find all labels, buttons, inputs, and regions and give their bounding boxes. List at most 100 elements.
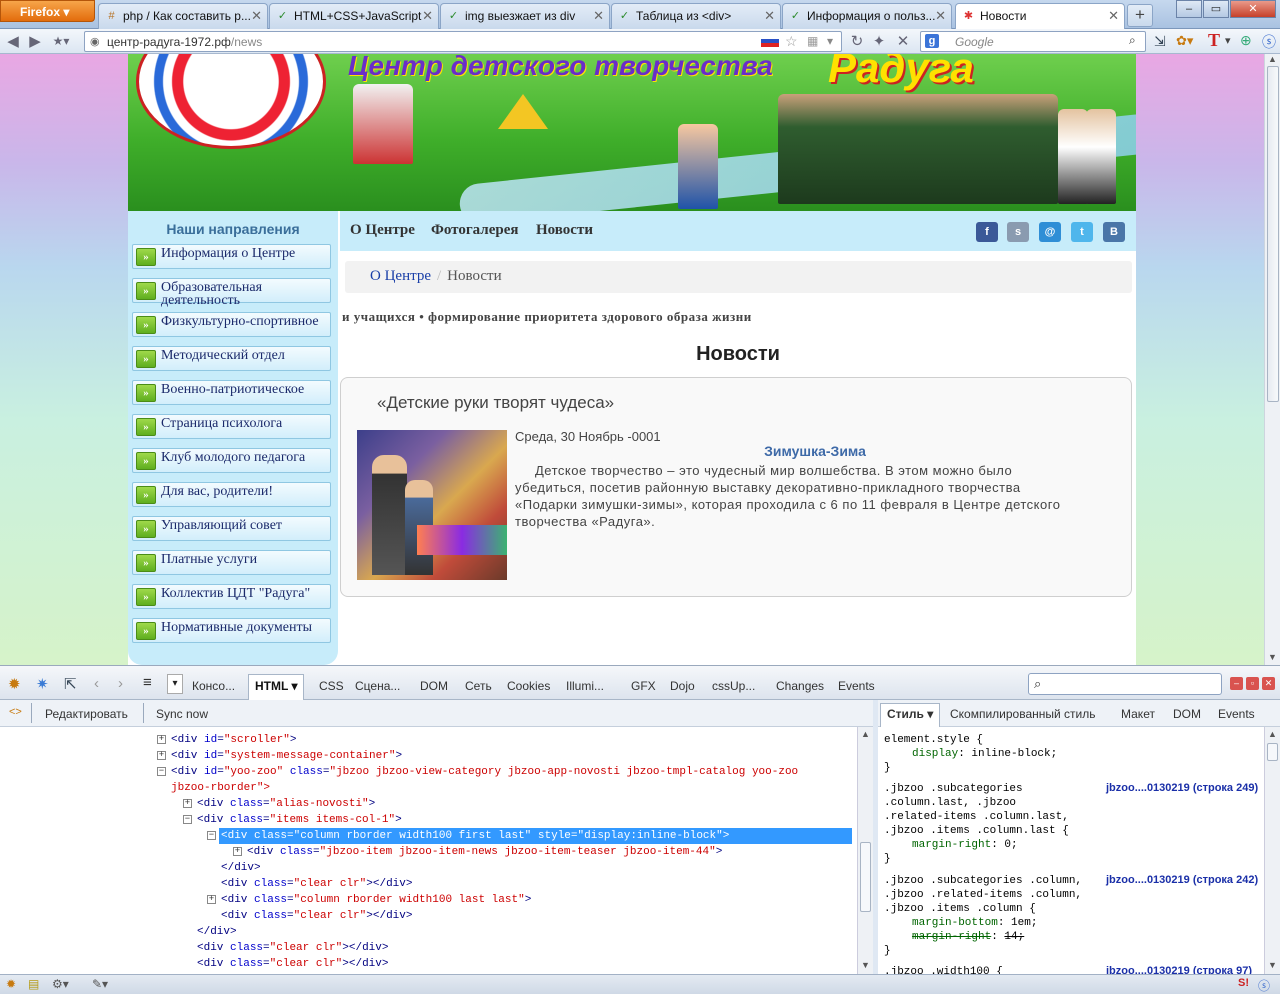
forward-icon[interactable]: › [118, 675, 123, 692]
tab-php[interactable]: # php / Как составить р... ✕ [98, 3, 268, 29]
detach-panel-icon[interactable]: ▫ [1246, 677, 1259, 690]
edit-mode-icon[interactable]: <> [9, 706, 22, 718]
new-tab-button[interactable]: + [1127, 4, 1153, 27]
nav-link-news[interactable]: Новости [536, 222, 593, 239]
skype-icon[interactable]: ⓢ [1258, 977, 1270, 994]
html-tree-node[interactable]: <div id="yoo-zoo" class="jbzoo jbzoo-vie… [171, 764, 798, 780]
dropdown-icon[interactable]: ▾ [827, 34, 833, 48]
close-icon[interactable]: ✕ [935, 8, 946, 24]
minimize-button[interactable]: – [1176, 0, 1202, 18]
firebug-icon[interactable]: ✹ [8, 675, 21, 693]
tab-events[interactable]: Events [1218, 707, 1255, 721]
expand-icon[interactable]: + [157, 735, 166, 744]
css-rule-line[interactable]: display: inline-block; [912, 747, 1057, 761]
expand-icon[interactable]: + [183, 799, 192, 808]
star-icon[interactable]: ☆ [785, 33, 798, 50]
url-bar[interactable]: ◉ центр-радуга-1972.рф/news ☆ ▦ ▾ [84, 31, 842, 52]
tab-illuminations[interactable]: Illumi... [566, 679, 604, 693]
tab-events[interactable]: Events [838, 679, 875, 693]
css-rule-line[interactable]: margin-right: 14; [912, 930, 1024, 944]
sidebar-item-paid-services[interactable]: » Платные услуги [132, 550, 331, 575]
tab-user-info[interactable]: ✓ Информация о польз... ✕ [782, 3, 952, 29]
tab-dojo[interactable]: Dojo [670, 679, 695, 693]
tab-table-div[interactable]: ✓ Таблица из <div> ✕ [611, 3, 781, 29]
firebug-search-input[interactable]: ⌕ [1028, 673, 1222, 695]
html-panel-scrollbar[interactable]: ▲ ▼ [857, 727, 873, 974]
scrollbar-thumb[interactable] [860, 842, 871, 912]
html-tree-node[interactable]: <div class="items items-col-1"> [197, 812, 402, 828]
skype-icon[interactable]: ⓢ [1262, 32, 1276, 52]
twitter-icon[interactable]: t [1071, 222, 1093, 242]
back-icon[interactable]: ‹ [94, 675, 99, 692]
addon-icon[interactable]: ✦ [870, 32, 888, 50]
css-panel-scrollbar[interactable]: ▲ ▼ [1264, 727, 1280, 974]
tab-dom[interactable]: DOM [420, 679, 448, 693]
scroll-up-icon[interactable]: ▲ [1268, 54, 1277, 64]
tab-dom[interactable]: DOM [1173, 707, 1201, 721]
nav-link-about[interactable]: О Центре [350, 222, 415, 239]
close-icon[interactable]: ✕ [1108, 8, 1119, 24]
tab-style[interactable]: Стиль ▾ [880, 703, 941, 727]
close-icon[interactable]: ✕ [593, 8, 604, 24]
tab-gfx[interactable]: GFX [631, 679, 656, 693]
gear-icon[interactable]: ⚙▾ [52, 977, 69, 991]
maximize-button[interactable]: ▭ [1203, 0, 1229, 18]
css-rule-line[interactable]: margin-right: 0; [912, 838, 1018, 852]
expand-icon[interactable]: + [157, 751, 166, 760]
tab-cssupdater[interactable]: cssUp... [712, 679, 755, 693]
scroll-up-icon[interactable]: ▲ [1268, 729, 1277, 739]
collapse-icon[interactable]: − [207, 831, 216, 840]
tab-console[interactable]: Консо... [192, 679, 235, 693]
extension-icon[interactable]: ⊕ [1240, 32, 1252, 49]
edit-button[interactable]: Редактировать [45, 707, 128, 721]
html-tree-node-selected[interactable]: <div class="column rborder width100 firs… [219, 828, 852, 844]
expand-icon[interactable]: + [233, 847, 242, 856]
dropdown-icon[interactable]: ▾ [167, 674, 183, 694]
extension-icon[interactable]: S! [1238, 977, 1249, 989]
sidebar-item-methodology[interactable]: » Методический отдел [132, 346, 331, 371]
inspect-icon[interactable]: ⇱ [64, 675, 77, 693]
dropdown-icon[interactable]: ▾ [1225, 34, 1231, 47]
sidebar-item-staff[interactable]: » Коллектив ЦДТ "Радуга" [132, 584, 331, 609]
html-tree-panel[interactable]: + <div id="scroller"> + <div id="system-mes… [0, 727, 857, 974]
sidebar-item-parents[interactable]: » Для вас, родители! [132, 482, 331, 507]
tab-layout[interactable]: Макет [1121, 707, 1155, 721]
collapse-icon[interactable]: − [157, 767, 166, 776]
css-source-link[interactable]: jbzoo....0130219 (строка 249) [1106, 781, 1258, 795]
scroll-down-icon[interactable]: ▼ [1268, 960, 1277, 970]
tab-cookies[interactable]: Cookies [507, 679, 550, 693]
scrollbar-thumb[interactable] [1267, 66, 1279, 402]
tab-html[interactable]: HTML ▾ [248, 674, 305, 701]
sidebar-item-military[interactable]: » Военно-патриотическое [132, 380, 331, 405]
news-item-photo[interactable] [357, 430, 507, 580]
text-tool-icon[interactable]: T [1208, 30, 1220, 51]
sidebar-item-info[interactable]: » Информация о Центре [132, 244, 331, 269]
sidebar-item-teacher-club[interactable]: » Клуб молодого педагога [132, 448, 331, 473]
firefox-menu-button[interactable]: Firefox ▾ [0, 0, 95, 22]
search-field[interactable]: g Google ⌕ [920, 31, 1146, 52]
html-tree-node[interactable]: <div class="clear clr"></div> [197, 956, 388, 972]
css-source-link[interactable]: jbzoo....0130219 (строка 242) [1106, 873, 1258, 887]
css-rule-line[interactable]: margin-bottom: 1em; [912, 916, 1037, 930]
forward-icon[interactable]: ▶ [26, 32, 44, 50]
site-logo[interactable] [136, 54, 326, 149]
skype-icon[interactable]: s [1007, 222, 1029, 242]
breadcrumb-link-about[interactable]: О Центре [370, 268, 431, 284]
reload-icon[interactable]: ↻ [848, 32, 866, 50]
firebug-toolbar-icon[interactable]: ⇲ [1154, 33, 1166, 50]
bookmark-star-icon[interactable]: ★▾ [52, 34, 70, 48]
close-window-button[interactable]: ✕ [1230, 0, 1276, 18]
scrollbar-thumb[interactable] [1267, 743, 1278, 761]
html-tree-node[interactable]: <div class="column rborder width100 last… [221, 892, 531, 908]
minimize-panel-icon[interactable]: – [1230, 677, 1243, 690]
html-tree-node[interactable]: <div id="scroller"> [171, 732, 296, 748]
page-scrollbar[interactable]: ▲ ▼ [1264, 54, 1280, 665]
tab-script[interactable]: Сцена... [355, 679, 400, 693]
vk-icon[interactable]: B [1103, 222, 1125, 242]
close-icon[interactable]: ✕ [422, 8, 433, 24]
firebug-icon[interactable]: ✹ [6, 977, 16, 991]
html-tree-node[interactable]: <div class="jbzoo-item jbzoo-item-news j… [247, 844, 722, 860]
facebook-icon[interactable]: f [976, 222, 998, 242]
sidebar-item-education[interactable]: » Образовательная деятельность [132, 278, 331, 308]
close-panel-icon[interactable]: ✕ [1262, 677, 1275, 690]
